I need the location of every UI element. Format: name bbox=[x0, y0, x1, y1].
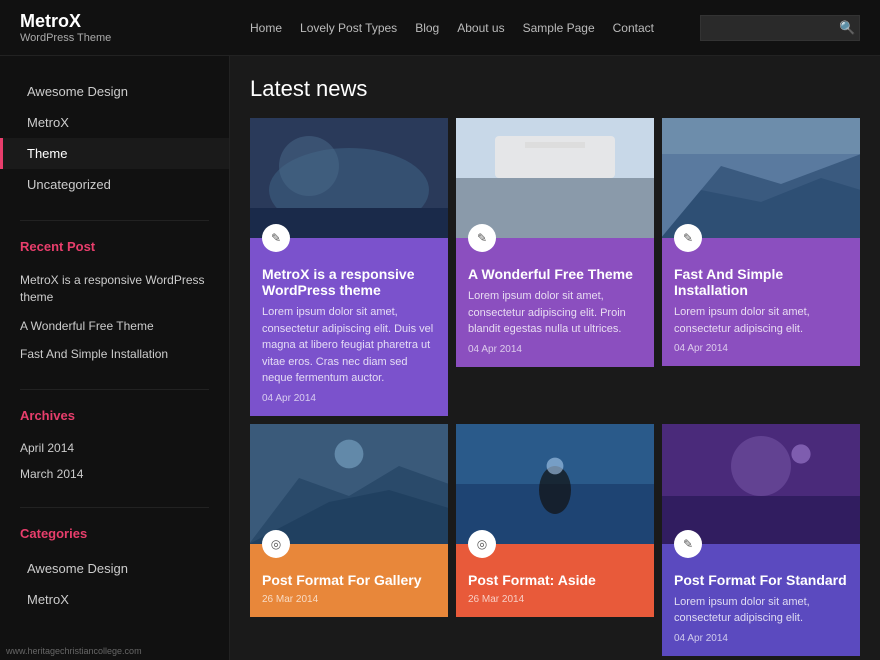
post-format-icon: ✎ bbox=[262, 224, 290, 252]
post-title: MetroX is a responsive WordPress theme bbox=[262, 250, 436, 298]
archive-item-march-2014[interactable]: March 2014 bbox=[0, 461, 229, 487]
post-title: Post Format: Aside bbox=[468, 556, 642, 588]
sidebar-divider-3 bbox=[20, 507, 209, 508]
page-title: Latest news bbox=[250, 76, 860, 102]
post-format-icon: ✎ bbox=[674, 224, 702, 252]
post-image bbox=[250, 424, 448, 544]
post-title: Fast And Simple Installation bbox=[674, 250, 848, 298]
archive-item-april-2014[interactable]: April 2014 bbox=[0, 435, 229, 461]
logo-subtitle: WordPress Theme bbox=[20, 32, 240, 44]
post-format-icon: ✎ bbox=[674, 530, 702, 558]
watermark: www.heritagechristiancollege.com bbox=[0, 644, 148, 658]
archives-title: Archives bbox=[0, 400, 229, 431]
nav-item-lovely-post-types[interactable]: Lovely Post Types bbox=[300, 21, 397, 35]
post-date: 26 Mar 2014 bbox=[262, 594, 436, 605]
logo-area: MetroX WordPress Theme bbox=[20, 11, 240, 44]
recent-post-item[interactable]: Fast And Simple Installation bbox=[0, 340, 229, 369]
nav-item-home[interactable]: Home bbox=[250, 21, 282, 35]
search-icon[interactable]: 🔍 bbox=[839, 20, 855, 36]
sidebar-archive-list: April 2014March 2014 bbox=[0, 435, 229, 487]
post-overlay: ✎A Wonderful Free ThemeLorem ipsum dolor… bbox=[456, 238, 654, 367]
sidebar-divider-2 bbox=[20, 389, 209, 390]
cat-bottom-awesome-design[interactable]: Awesome Design bbox=[0, 553, 229, 584]
post-image bbox=[456, 118, 654, 238]
post-date: 26 Mar 2014 bbox=[468, 594, 642, 605]
post-card-post-6[interactable]: ✎Post Format For Standard Lorem ipsum dol… bbox=[662, 424, 860, 656]
sidebar-cat-theme[interactable]: Theme bbox=[0, 138, 229, 169]
post-date: 04 Apr 2014 bbox=[262, 393, 436, 404]
sidebar-categories-section: Awesome DesignMetroXThemeUncategorized bbox=[0, 76, 229, 200]
sidebar: Awesome DesignMetroXThemeUncategorized R… bbox=[0, 56, 230, 660]
post-excerpt: Lorem ipsum dolor sit amet, consectetur … bbox=[468, 288, 642, 338]
categories-bottom-title: Categories bbox=[0, 518, 229, 549]
post-date: 04 Apr 2014 bbox=[674, 633, 848, 644]
recent-post-title: Recent Post bbox=[0, 231, 229, 262]
post-title: Post Format For Standard bbox=[674, 556, 848, 588]
sidebar-divider-1 bbox=[20, 220, 209, 221]
post-overlay: ✎Post Format For StandardLorem ipsum dol… bbox=[662, 544, 860, 656]
post-excerpt: Lorem ipsum dolor sit amet, consectetur … bbox=[262, 304, 436, 387]
post-image bbox=[662, 118, 860, 238]
nav-item-about-us[interactable]: About us bbox=[457, 21, 504, 35]
post-excerpt: Lorem ipsum dolor sit amet, consectetur … bbox=[674, 304, 848, 337]
main-content: Latest news ✎MetroX is a responsive Word… bbox=[230, 56, 880, 660]
sidebar-cat-awesome-design[interactable]: Awesome Design bbox=[0, 76, 229, 107]
post-excerpt: Lorem ipsum dolor sit amet, consectetur … bbox=[674, 594, 848, 627]
post-format-icon: ◎ bbox=[262, 530, 290, 558]
post-title: Post Format For Gallery bbox=[262, 556, 436, 588]
post-card-post-5[interactable]: ◎Post Format: Aside 26 Mar 2014 bbox=[456, 424, 654, 656]
post-image bbox=[662, 424, 860, 544]
post-format-icon: ◎ bbox=[468, 530, 496, 558]
nav: Home Lovely Post Types Blog About us Sample … bbox=[240, 21, 700, 35]
posts-grid: ✎MetroX is a responsive WordPress themeL… bbox=[250, 118, 860, 660]
post-image bbox=[250, 118, 448, 238]
nav-item-contact[interactable]: Contact bbox=[613, 21, 654, 35]
sidebar-cat-list: Awesome DesignMetroXThemeUncategorized bbox=[0, 76, 229, 200]
post-card-post-4[interactable]: ◎Post Format For Gallery 26 Mar 2014 bbox=[250, 424, 448, 656]
sidebar-cat-metrox[interactable]: MetroX bbox=[0, 107, 229, 138]
recent-post-item[interactable]: A Wonderful Free Theme bbox=[0, 312, 229, 341]
sidebar-categories-bottom-section: Categories Awesome DesignMetroX bbox=[0, 518, 229, 615]
post-overlay: ◎Post Format For Gallery26 Mar 2014 bbox=[250, 544, 448, 617]
post-card-post-3[interactable]: ✎Fast And Simple Installation Lorem ipsum… bbox=[662, 118, 860, 416]
sidebar-archives-section: Archives April 2014March 2014 bbox=[0, 400, 229, 487]
nav-item-sample-page[interactable]: Sample Page bbox=[523, 21, 595, 35]
post-date: 04 Apr 2014 bbox=[674, 343, 848, 354]
layout: Awesome DesignMetroXThemeUncategorized R… bbox=[0, 56, 880, 660]
sidebar-recent-list: MetroX is a responsive WordPress themeA … bbox=[0, 266, 229, 369]
sidebar-recent-section: Recent Post MetroX is a responsive WordP… bbox=[0, 231, 229, 369]
header: MetroX WordPress Theme Home Lovely Post T… bbox=[0, 0, 880, 56]
nav-item-blog[interactable]: Blog bbox=[415, 21, 439, 35]
post-title: A Wonderful Free Theme bbox=[468, 250, 642, 282]
recent-post-item[interactable]: MetroX is a responsive WordPress theme bbox=[0, 266, 229, 312]
post-overlay: ✎MetroX is a responsive WordPress themeL… bbox=[250, 238, 448, 416]
search-box[interactable]: 🔍 bbox=[700, 15, 860, 41]
post-overlay: ◎Post Format: Aside26 Mar 2014 bbox=[456, 544, 654, 617]
cat-bottom-metrox[interactable]: MetroX bbox=[0, 584, 229, 615]
post-card-post-1[interactable]: ✎MetroX is a responsive WordPress theme L… bbox=[250, 118, 448, 416]
sidebar-cat-uncategorized[interactable]: Uncategorized bbox=[0, 169, 229, 200]
post-format-icon: ✎ bbox=[468, 224, 496, 252]
post-overlay: ✎Fast And Simple InstallationLorem ipsum… bbox=[662, 238, 860, 366]
sidebar-categories-bottom-list: Awesome DesignMetroX bbox=[0, 553, 229, 615]
post-image bbox=[456, 424, 654, 544]
post-card-post-2[interactable]: ✎A Wonderful Free Theme Lorem ipsum dolor… bbox=[456, 118, 654, 416]
logo-title[interactable]: MetroX bbox=[20, 11, 240, 32]
post-date: 04 Apr 2014 bbox=[468, 344, 642, 355]
search-input[interactable] bbox=[709, 21, 839, 35]
